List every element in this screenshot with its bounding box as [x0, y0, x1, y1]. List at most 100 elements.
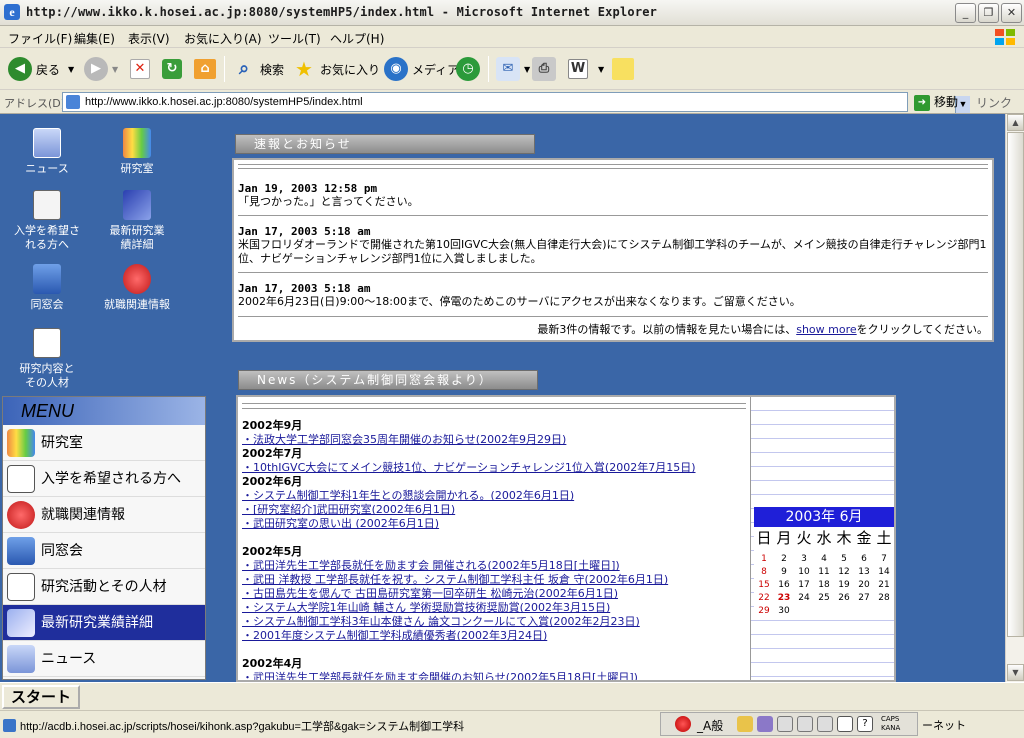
menu-edit[interactable]: 編集(E): [74, 30, 115, 47]
menu-favorites[interactable]: お気に入り(A): [184, 30, 262, 47]
calendar-day: [854, 605, 874, 618]
news-link[interactable]: ・武田研究室の思い出 (2002年6月1日): [242, 515, 439, 531]
calendar-week: 15 16 17 18 19 20 21: [754, 579, 894, 592]
scroll-down-button[interactable]: ▼: [1007, 664, 1024, 681]
calendar-day: 13: [858, 567, 870, 577]
ie-logo-icon: e: [4, 4, 20, 20]
vertical-scrollbar[interactable]: ▲ ▼: [1005, 114, 1024, 682]
address-input[interactable]: http://www.ikko.k.hosei.ac.jp:8080/syste…: [62, 92, 970, 113]
windows-flag-icon: [995, 29, 1015, 45]
menu-item-news[interactable]: ニュース: [3, 641, 205, 677]
calendar-weekdays: 日月火水木金土: [754, 527, 894, 549]
edit-button[interactable]: W ▼: [568, 54, 604, 84]
calendar-day: 10: [798, 567, 810, 577]
menu-bar: ファイル(F) 編集(E) 表示(V) お気に入り(A) ツール(T) ヘルプ(…: [0, 26, 1024, 48]
calendar-day: [834, 605, 854, 618]
menu-item-career[interactable]: 就職関連情報: [3, 497, 205, 533]
history-button[interactable]: ◷: [456, 54, 484, 84]
calendar-day: 26: [838, 593, 850, 603]
books-icon: [123, 128, 151, 158]
address-label: アドレス(D): [4, 97, 66, 110]
media-icon: ◉: [384, 57, 408, 81]
desktop-icon-research[interactable]: 最新研究業績詳細: [92, 190, 182, 252]
document-icon: [33, 190, 61, 220]
news-link[interactable]: ・10thIGVC大会にてメイン競技1位、ナビゲーションチャレンジ1位入賞(20…: [242, 459, 696, 475]
side-menu: MENU 研究室 入学を希望される方へ 就職関連情報 同窓会 研究活動とその人材…: [2, 396, 206, 680]
scroll-thumb[interactable]: [1007, 132, 1024, 637]
calendar-day: 11: [818, 567, 830, 577]
calendar-day: 12: [838, 567, 850, 577]
menu-tools[interactable]: ツール(T): [268, 30, 321, 47]
desktop-icon-alumni[interactable]: 同窓会: [2, 264, 92, 312]
ime-mode-icon[interactable]: [837, 716, 853, 732]
scroll-up-button[interactable]: ▲: [1007, 114, 1024, 131]
news-link[interactable]: ・武田洋先生工学部長就任を励ます会開催のお知らせ(2002年5月18日[土曜日]…: [242, 669, 638, 680]
apple-icon: [123, 264, 151, 294]
links-button[interactable]: リンク: [976, 94, 1012, 111]
ime-toolbar: _A般 ? CAPS KANA: [660, 712, 918, 736]
refresh-button[interactable]: ↻: [162, 54, 186, 84]
notebook-icon: [7, 645, 35, 673]
ime-handwriting-icon[interactable]: [817, 716, 833, 732]
ime-dictionary-icon[interactable]: [757, 716, 773, 732]
calendar-day: 16: [778, 580, 790, 590]
ime-pen-icon[interactable]: [777, 716, 793, 732]
back-button[interactable]: ◀ 戻る ▼: [8, 54, 74, 84]
document-icon: [7, 465, 35, 493]
close-button[interactable]: ✕: [1001, 3, 1022, 23]
desktop-icon-research-people[interactable]: 研究内容とその人材: [2, 328, 92, 390]
mail-button[interactable]: ✉ ▼: [496, 54, 530, 84]
bar-chart-icon: [7, 573, 35, 601]
menu-item-research-details[interactable]: 最新研究業績詳細: [3, 605, 205, 641]
menu-help[interactable]: ヘルプ(H): [330, 30, 384, 47]
zone-label: ーネット: [922, 719, 966, 732]
menu-header: MENU: [3, 397, 205, 425]
calendar-day: 28: [878, 593, 890, 603]
alumni-logo-icon: [33, 264, 61, 294]
news-link[interactable]: ・2001年度システム制御工学科成績優秀者(2002年3月24日): [242, 627, 547, 643]
home-icon: ⌂: [194, 59, 216, 79]
book-pen-icon: [123, 190, 151, 220]
favorites-button[interactable]: ★ お気に入り: [292, 54, 380, 84]
desktop-icon-career[interactable]: 就職関連情報: [92, 264, 182, 312]
news-text: 米国フロリダオーランドで開催された第10回IGVC大会(無人自律走行大会)にてシ…: [238, 238, 987, 265]
forward-button[interactable]: ▶ ▼: [84, 54, 118, 84]
home-button[interactable]: ⌂: [194, 54, 220, 84]
menu-file[interactable]: ファイル(F): [8, 30, 72, 47]
go-button[interactable]: ➜ 移動: [914, 93, 958, 111]
maximize-button[interactable]: ❐: [978, 3, 999, 23]
menu-view[interactable]: 表示(V): [128, 30, 170, 47]
divider: [238, 316, 988, 317]
menu-item-research-people[interactable]: 研究活動とその人材: [3, 569, 205, 605]
news2-sidebar: 2003年 6月 日月火水木金土 1 2 3 4 5 6 7 8 9 10 11 12 13 14 15 16…: [750, 397, 894, 680]
search-button[interactable]: ⌕ 検索: [232, 54, 284, 84]
title-bar: e http://www.ikko.k.hosei.ac.jp:8080/sys…: [0, 0, 1024, 26]
calendar-day: 25: [818, 593, 830, 603]
desktop-icon-lab[interactable]: 研究室: [92, 128, 182, 176]
minimize-button[interactable]: _: [955, 3, 976, 23]
divider: [238, 215, 988, 216]
start-button[interactable]: スタート: [2, 685, 80, 709]
divider: [238, 164, 988, 165]
print-button[interactable]: ⎙: [532, 54, 560, 84]
notebook-icon: [33, 128, 61, 158]
show-more-link[interactable]: show more: [796, 323, 856, 336]
stop-button[interactable]: ✕: [130, 54, 154, 84]
media-button[interactable]: ◉ メディア: [384, 54, 459, 84]
divider: [238, 168, 988, 169]
news-text: 2002年6月23日(日)9:00～18:00まで、停電のためこのサーバにアクセ…: [238, 295, 801, 308]
messenger-button[interactable]: [612, 54, 638, 84]
desktop-icon-admission[interactable]: 入学を希望される方へ: [2, 190, 92, 252]
help-icon[interactable]: ?: [857, 716, 873, 732]
ime-icon[interactable]: [675, 716, 691, 732]
menu-item-alumni[interactable]: 同窓会: [3, 533, 205, 569]
menu-item-lab[interactable]: 研究室: [3, 425, 205, 461]
ime-tool-icon[interactable]: [737, 716, 753, 732]
ime-pad-icon[interactable]: [797, 716, 813, 732]
toolbar: ◀ 戻る ▼ ▶ ▼ ✕ ↻ ⌂ ⌕ 検索 ★ お気に入り ◉ メディア ◷ ✉ ▼ ⎙ W ▼: [0, 48, 1024, 90]
desktop-icon-news[interactable]: ニュース: [2, 128, 92, 176]
ime-mode[interactable]: _A般: [697, 717, 723, 734]
menu-item-admission[interactable]: 入学を希望される方へ: [3, 461, 205, 497]
stop-icon: ✕: [130, 59, 150, 79]
apple-icon: [7, 501, 35, 529]
